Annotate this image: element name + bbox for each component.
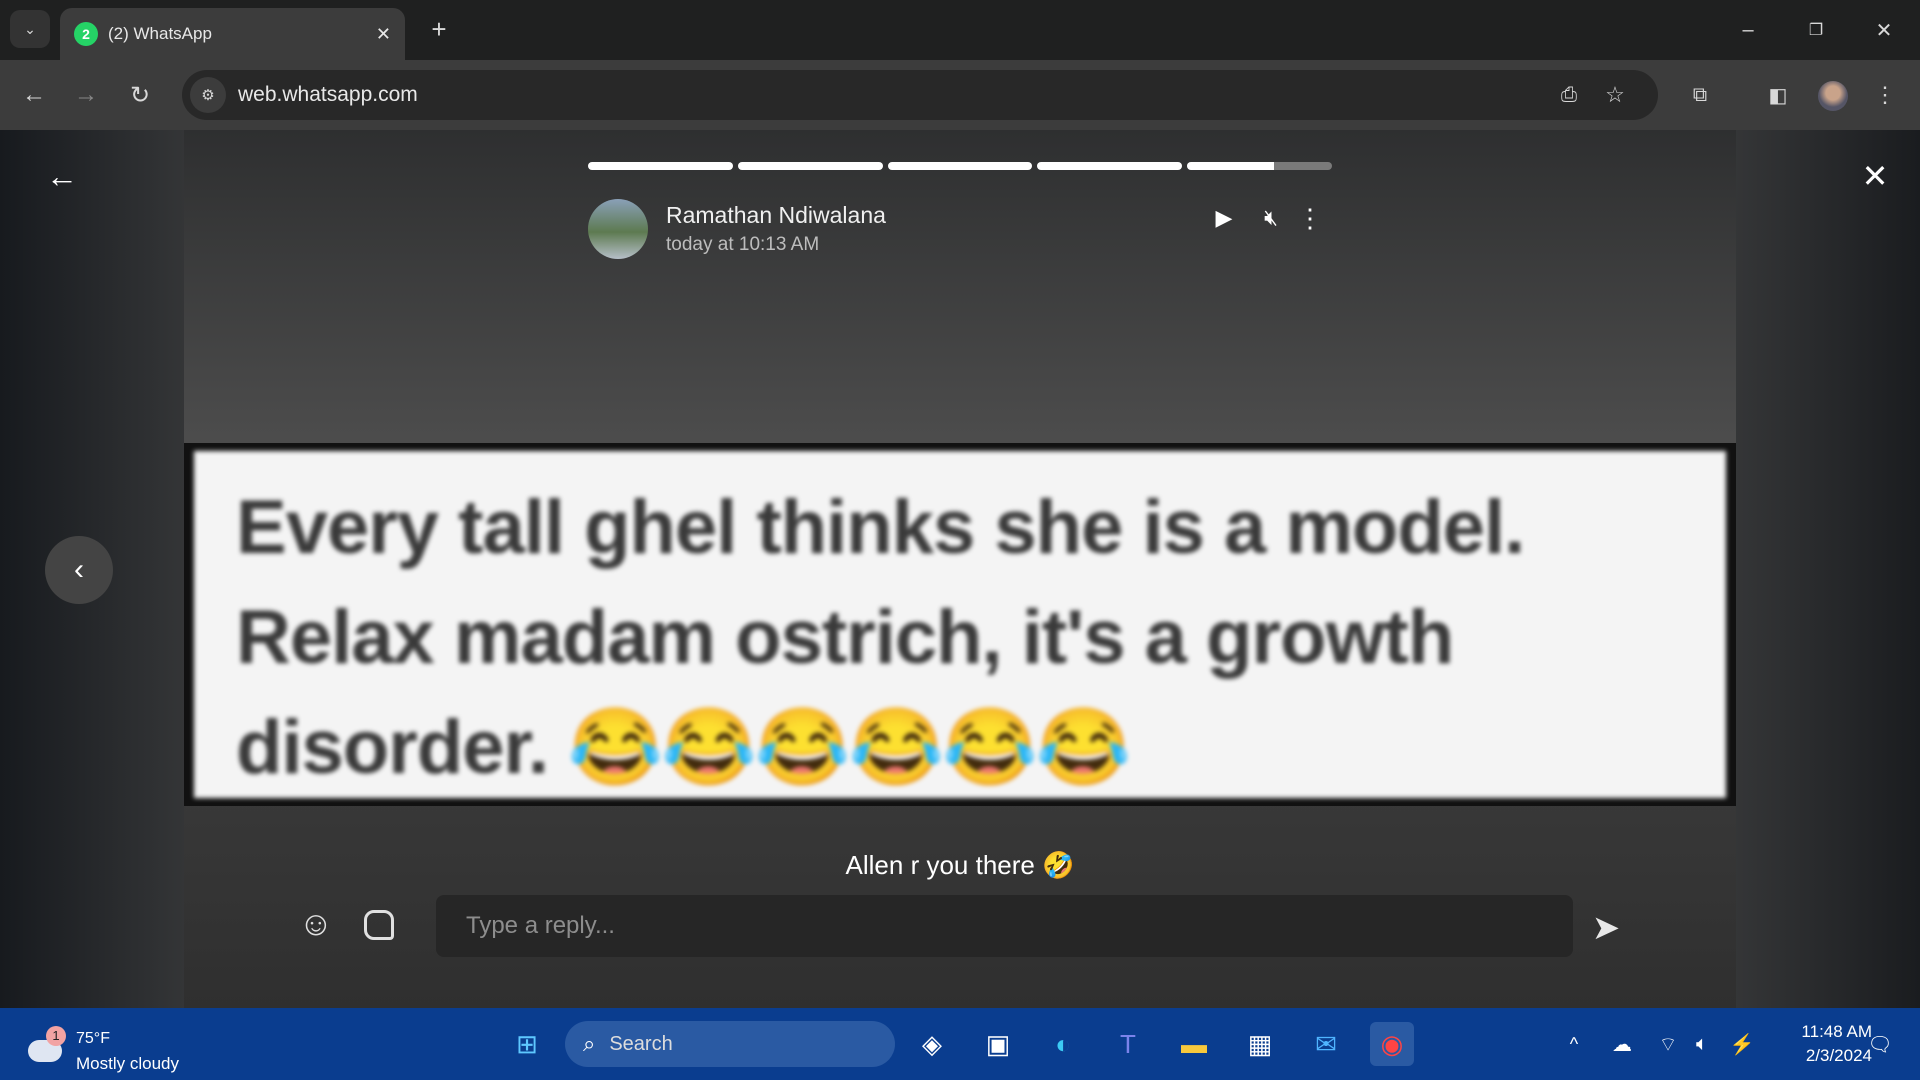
progress-segment xyxy=(588,162,733,170)
notifications-icon[interactable]: 🗨︎ xyxy=(1858,1022,1902,1066)
reply-input[interactable]: Type a reply... xyxy=(436,895,1573,957)
browser-menu-icon[interactable]: ⋮ xyxy=(1870,77,1900,113)
search-label: Search xyxy=(609,1032,673,1055)
battery-icon[interactable]: ⚡ xyxy=(1720,1022,1764,1066)
new-tab-button[interactable]: + xyxy=(422,12,456,46)
tab-whatsapp[interactable]: 2 (2) WhatsApp ✕ xyxy=(60,8,405,60)
author-avatar[interactable] xyxy=(588,199,648,259)
image-text-line: disorder. 😂😂😂😂😂😂 xyxy=(236,705,1131,790)
volume-icon[interactable]: 🔈︎ xyxy=(1680,1022,1724,1066)
install-app-icon[interactable]: ⎙ xyxy=(1552,78,1586,112)
play-icon[interactable]: ▶ xyxy=(1208,202,1240,234)
teams-icon[interactable]: T xyxy=(1106,1022,1150,1066)
search-icon: ⌕ xyxy=(583,1031,596,1056)
forward-button[interactable]: → xyxy=(66,75,106,115)
status-time: today at 10:13 AM xyxy=(666,234,820,255)
reply-placeholder: Type a reply... xyxy=(466,912,615,939)
emoji-icon[interactable]: ☺ xyxy=(296,904,336,944)
start-button[interactable]: ⊞ xyxy=(505,1022,549,1066)
weather-temp: 75°F xyxy=(76,1030,110,1047)
show-hidden-icons[interactable]: ^ xyxy=(1552,1022,1596,1066)
more-options-icon[interactable]: ⋮ xyxy=(1296,202,1324,234)
author-name[interactable]: Ramathan Ndiwalana xyxy=(666,202,886,229)
progress-segment xyxy=(1187,162,1332,170)
tab-strip: ⌄ 2 (2) WhatsApp ✕ + – ❐ ✕ xyxy=(0,0,1920,60)
mute-icon[interactable]: 🔇︎ xyxy=(1255,202,1287,234)
previous-status-button[interactable]: ‹ xyxy=(45,536,113,604)
onedrive-icon[interactable]: ☁ xyxy=(1600,1022,1644,1066)
side-panel-icon[interactable]: ◧ xyxy=(1760,77,1796,113)
sticker-icon[interactable] xyxy=(364,910,394,940)
restore-button[interactable]: ❐ xyxy=(1794,10,1838,50)
tab-search-button[interactable]: ⌄ xyxy=(10,10,50,48)
taskbar: 1 75°F Mostly cloudy ⊞ ⌕ Search ◈ ▣ ◐ T … xyxy=(0,1008,1920,1080)
copilot-icon[interactable]: ◈ xyxy=(910,1022,954,1066)
progress-segment xyxy=(887,162,1033,170)
clock-date: 2/3/2024 xyxy=(1805,1046,1872,1065)
bookmark-star-icon[interactable]: ☆ xyxy=(1598,78,1632,112)
url-text[interactable]: web.whatsapp.com xyxy=(238,83,418,107)
clock-time: 11:48 AM xyxy=(1801,1022,1872,1041)
extensions-icon[interactable]: ⧉ xyxy=(1682,77,1718,113)
chrome-icon[interactable]: ◉ xyxy=(1370,1022,1414,1066)
whatsapp-icon: 2 xyxy=(74,22,98,46)
tab-close-icon[interactable]: ✕ xyxy=(376,24,391,45)
clock[interactable]: 11:48 AM 2/3/2024 xyxy=(1772,1020,1872,1068)
weather-desc: Mostly cloudy xyxy=(76,1054,179,1073)
profile-avatar[interactable] xyxy=(1818,81,1848,111)
edge-icon[interactable]: ◐ xyxy=(1041,1022,1085,1066)
image-text-line: Relax madam ostrich, it's a growth xyxy=(236,595,1454,680)
tab-title: (2) WhatsApp xyxy=(108,24,212,43)
address-bar[interactable]: ⚙ web.whatsapp.com ⎙ ☆ xyxy=(182,70,1658,120)
microsoft-store-icon[interactable]: ▦ xyxy=(1238,1022,1282,1066)
image-text-line: Every tall ghel thinks she is a model. xyxy=(236,485,1525,570)
status-caption: Allen r you there 🤣 xyxy=(845,850,1075,880)
status-image: Every tall ghel thinks she is a model. R… xyxy=(184,443,1736,806)
site-settings-icon[interactable]: ⚙ xyxy=(190,77,226,113)
file-explorer-icon[interactable]: ▬ xyxy=(1172,1022,1216,1066)
close-window-button[interactable]: ✕ xyxy=(1862,10,1906,50)
reload-button[interactable]: ↻ xyxy=(120,75,160,115)
weather-badge: 1 xyxy=(46,1026,66,1046)
progress-segment xyxy=(737,162,883,170)
minimize-button[interactable]: – xyxy=(1726,10,1770,50)
browser-toolbar: ← → ↻ ⚙ web.whatsapp.com ⎙ ☆ ⧉ ◧ ⋮ xyxy=(0,60,1920,130)
back-button[interactable]: ← xyxy=(14,75,54,115)
task-view-icon[interactable]: ▣ xyxy=(976,1022,1020,1066)
weather-widget[interactable]: 1 75°F Mostly cloudy xyxy=(26,1020,206,1073)
close-status-icon[interactable]: ✕ xyxy=(1855,156,1895,196)
send-icon[interactable]: ➤ xyxy=(1584,906,1628,950)
taskbar-search[interactable]: ⌕ Search xyxy=(565,1021,895,1067)
back-arrow-icon[interactable]: ← xyxy=(42,156,82,196)
mail-icon[interactable]: ✉ xyxy=(1304,1022,1348,1066)
progress-segment xyxy=(1037,162,1183,170)
